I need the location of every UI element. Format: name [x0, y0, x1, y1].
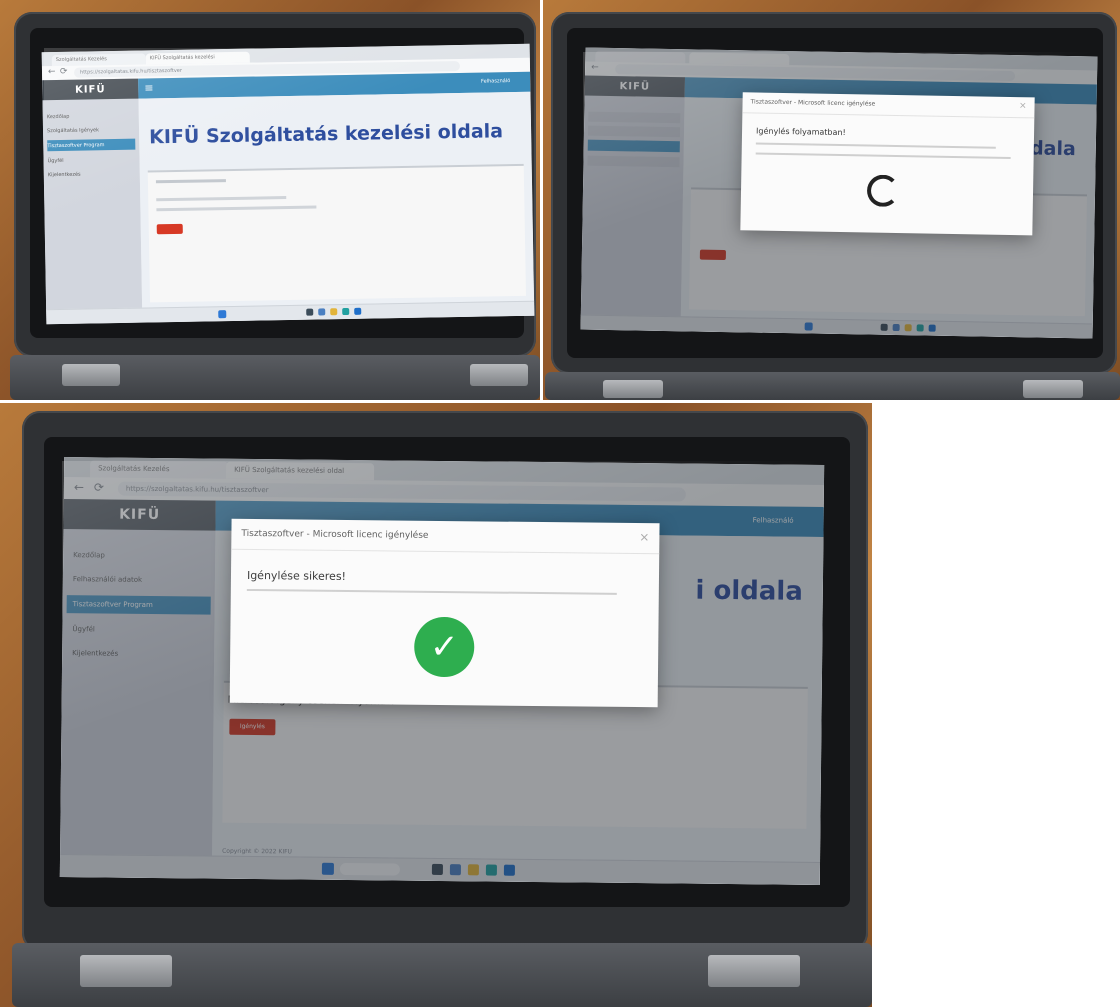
modal-title: Tisztaszoftver - Microsoft licenc igényl…: [231, 518, 660, 555]
modal-text-line: [755, 152, 1011, 159]
box-text-line: [156, 196, 287, 202]
back-icon[interactable]: ←: [48, 67, 56, 77]
modal-status-heading: Igénylése sikeres!: [246, 568, 347, 583]
hinge-right: [470, 364, 528, 386]
sidebar-item-logout[interactable]: Kijelentkezés: [48, 169, 136, 181]
loading-spinner-icon: [866, 174, 900, 208]
hinge-right: [708, 955, 800, 987]
menu-icon[interactable]: ≡: [144, 81, 153, 94]
hinge-left: [80, 955, 172, 987]
screen: Szolgáltatás Kezelés KIFÜ Szolgáltatás k…: [41, 43, 535, 325]
hinge-left: [603, 380, 663, 398]
photo-top-left: Szolgáltatás Kezelés KIFÜ Szolgáltatás k…: [0, 0, 540, 400]
modal-text-line: [246, 588, 617, 595]
logo[interactable]: KIFÜ: [42, 78, 139, 101]
content-box: [147, 163, 526, 303]
app: KIFÜ Kezdőlap Szolgáltatás Igények Tiszt…: [42, 71, 535, 325]
screen: ← KIFÜ i oldala Tisztaszoftver - Microso…: [580, 47, 1098, 339]
license-request-modal: Tisztaszoftver - Microsoft licenc igényl…: [740, 92, 1035, 236]
modal-text-line: [755, 142, 996, 149]
taskbar-app-icon[interactable]: [306, 308, 314, 316]
modal-title: Tisztaszoftver - Microsoft licenc igényl…: [742, 92, 1035, 119]
taskbar-app-icon[interactable]: [330, 308, 338, 316]
photo-top-right: ← KIFÜ i oldala Tisztaszoftver - Microso…: [543, 0, 1120, 400]
modal-status-heading: Igénylés folyamatban!: [755, 126, 846, 138]
close-icon[interactable]: ×: [639, 530, 649, 544]
taskbar-app-icon[interactable]: [354, 307, 362, 315]
user-menu[interactable]: Felhasználó: [481, 78, 510, 85]
box-text-line: [156, 205, 317, 212]
box-title: [155, 179, 226, 184]
taskbar-app-icon[interactable]: [318, 308, 326, 316]
photo-bottom: Szolgáltatás Kezelés KIFÜ Szolgáltatás k…: [0, 403, 872, 1007]
windows-start-icon[interactable]: [218, 310, 227, 319]
license-request-modal: Tisztaszoftver - Microsoft licenc igényl…: [229, 518, 660, 708]
refresh-icon[interactable]: ⟳: [60, 67, 68, 77]
sidebar-item-client[interactable]: Ügyfél: [47, 155, 135, 167]
screen: Szolgáltatás Kezelés KIFÜ Szolgáltatás k…: [59, 457, 825, 885]
sidebar-item-requests[interactable]: Szolgáltatás Igények: [47, 125, 135, 137]
close-icon[interactable]: ×: [1019, 101, 1027, 111]
request-button[interactable]: [156, 223, 183, 235]
hinge-right: [1023, 380, 1083, 398]
sidebar: KIFÜ Kezdőlap Szolgáltatás Igények Tiszt…: [42, 78, 143, 325]
hinge-left: [62, 364, 120, 386]
main-content: KIFÜ Szolgáltatás kezelési oldala: [138, 91, 535, 323]
page-title: KIFÜ Szolgáltatás kezelési oldala: [148, 120, 504, 149]
sidebar-item-home[interactable]: Kezdőlap: [47, 111, 135, 123]
sidebar-item-tisztaszoftver[interactable]: Tisztaszoftver Program: [47, 138, 136, 152]
taskbar-app-icon[interactable]: [342, 307, 350, 316]
success-check-icon: ✓: [413, 616, 475, 678]
